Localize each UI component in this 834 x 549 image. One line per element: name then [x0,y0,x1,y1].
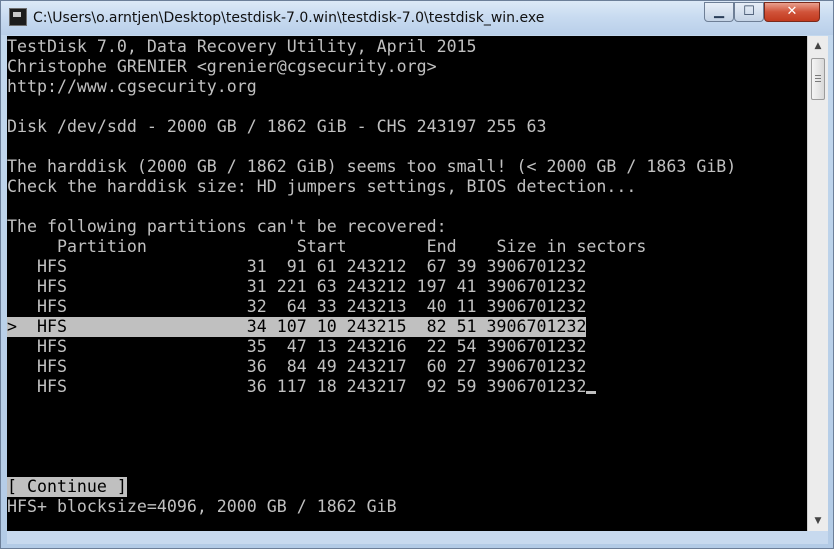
close-button[interactable]: ✕ [764,2,820,22]
disk-info: Disk /dev/sdd - 2000 GB / 1862 GiB - CHS… [7,117,547,136]
partition-row[interactable]: HFS 36 117 18 243217 92 59 3906701232 [7,377,597,397]
warning-line: The harddisk (2000 GB / 1862 GiB) seems … [7,157,737,176]
header-line: TestDisk 7.0, Data Recovery Utility, Apr… [7,37,477,56]
partition-row[interactable]: HFS 32 64 33 243213 40 11 3906701232 [7,297,586,317]
header-line: http://www.cgsecurity.org [7,77,257,96]
text-cursor [586,391,597,394]
partition-row[interactable]: HFS 31 221 63 243212 197 41 3906701232 [7,277,586,297]
partition-row[interactable]: > HFS 34 107 10 243215 82 51 3906701232 [7,317,587,337]
console-window: C:\Users\o.arntjen\Desktop\testdisk-7.0.… [0,0,834,549]
warning-line: Check the harddisk size: HD jumpers sett… [7,177,637,196]
maximize-button[interactable]: ☐ [734,2,764,22]
grip-icon [815,75,821,76]
grip-icon [815,78,821,79]
title-bar[interactable]: C:\Users\o.arntjen\Desktop\testdisk-7.0.… [1,1,833,35]
header-line: Christophe GRENIER <grenier@cgsecurity.o… [7,57,437,76]
partition-row[interactable]: HFS 31 91 61 243212 67 39 3906701232 [7,257,586,277]
console-app-icon[interactable] [9,8,27,26]
grip-icon [815,81,821,82]
console-output[interactable]: TestDisk 7.0, Data Recovery Utility, Apr… [7,36,807,531]
vertical-scrollbar[interactable]: ▲ ▼ [807,36,828,531]
scroll-down-arrow-icon[interactable]: ▼ [810,513,826,529]
continue-button[interactable]: [ Continue ] [7,477,127,497]
minimize-button[interactable]: ▁ [704,2,734,22]
scroll-thumb[interactable] [811,58,825,100]
table-header: Partition Start End Size in sectors [7,237,647,256]
scroll-up-arrow-icon[interactable]: ▲ [810,38,826,54]
partition-row[interactable]: HFS 36 84 49 243217 60 27 3906701232 [7,357,586,377]
status-line: HFS+ blocksize=4096, 2000 GB / 1862 GiB [7,497,397,516]
partitions-title: The following partitions can't be recove… [7,217,447,236]
window-bottom-border [7,531,828,544]
window-title: C:\Users\o.arntjen\Desktop\testdisk-7.0.… [33,10,545,26]
partition-row[interactable]: HFS 35 47 13 243216 22 54 3906701232 [7,337,586,357]
